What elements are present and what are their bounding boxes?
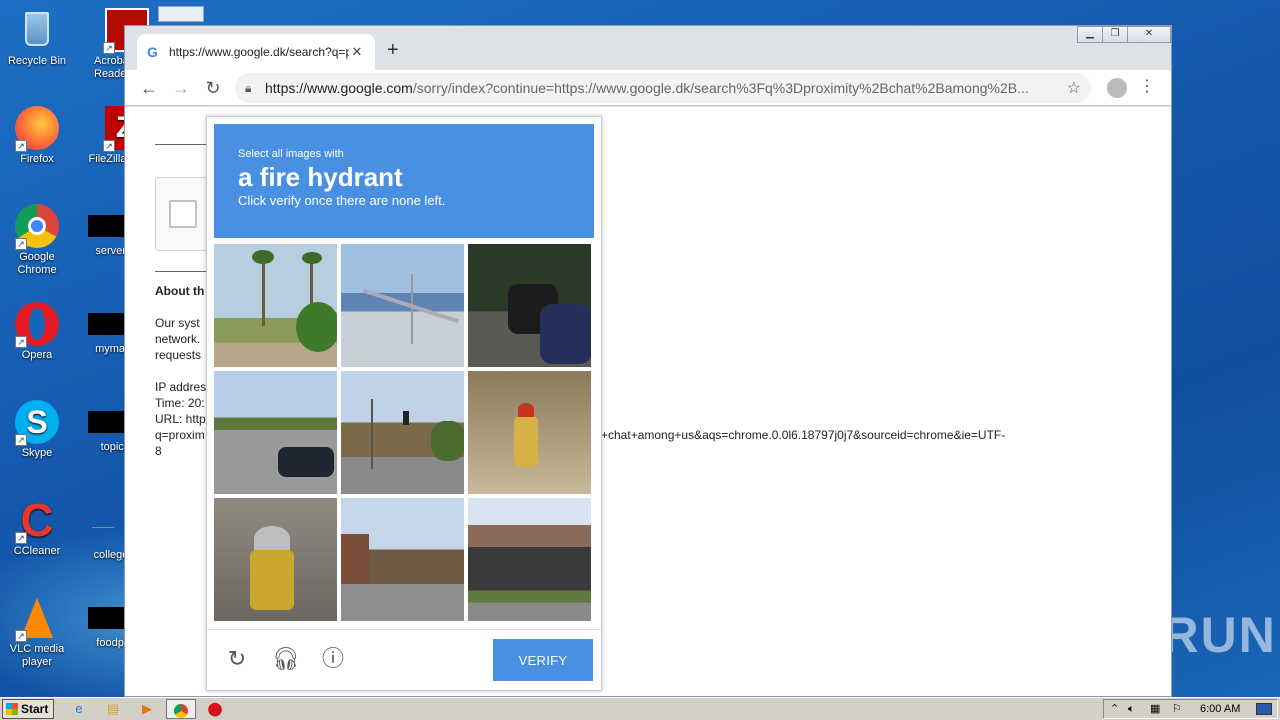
bookmark-star-icon[interactable]: ☆ — [1061, 78, 1081, 98]
system-tray: ⌃ 🔈︎ ▦ ⚐ 6:00 AM — [1103, 699, 1278, 719]
browser-toolbar: ← → ↻ 🔒︎ https://www.google.com/sorry/in… — [125, 70, 1171, 106]
desktop-icon-label: Recycle Bin — [7, 55, 67, 67]
recaptcha-checkbox[interactable] — [169, 200, 197, 228]
restore-button[interactable]: ❐ — [1102, 26, 1128, 43]
info-paragraph-1: Our syst network. requests — [155, 315, 201, 363]
ccleaner-icon: C ↗ — [15, 497, 59, 544]
desktop-icon-label: CCleaner — [13, 545, 61, 557]
start-label: Start — [21, 702, 49, 716]
file-icon — [88, 313, 124, 335]
forward-arrow-icon[interactable]: → — [169, 76, 193, 100]
text-line: requests — [155, 348, 202, 362]
tray-expand-icon[interactable]: ⌃ — [1110, 700, 1119, 718]
tile-highway-car[interactable] — [214, 371, 337, 494]
desktop-icon-label: Skype — [21, 447, 53, 459]
url-tail-text: +chat+among+us&aqs=chrome.0.0l6.18797j0j… — [601, 428, 1006, 442]
desktop-icon-ccleaner[interactable]: C ↗ CCleaner — [0, 497, 74, 558]
desktop-icon-skype[interactable]: S ↗ Skype — [0, 400, 74, 460]
file-icon — [88, 215, 124, 237]
window-controls: ▁ ❐ ✕ — [1077, 26, 1171, 43]
info-icon[interactable]: ⓘ — [320, 646, 346, 672]
divider — [155, 271, 207, 272]
tile-palm-trees-street[interactable] — [214, 244, 337, 367]
skype-icon: S ↗ — [15, 400, 59, 446]
google-favicon-icon: G — [147, 44, 158, 60]
tile-fire-hydrant-closeup[interactable] — [214, 498, 337, 621]
lock-icon: 🔒︎ — [245, 80, 252, 95]
tile-bridge-road[interactable] — [341, 244, 464, 367]
desktop-icon-label: Firefox — [20, 153, 54, 165]
text-line: Our syst — [155, 316, 200, 330]
chrome-taskbar-icon[interactable] — [166, 699, 196, 719]
address-url[interactable]: https://www.google.com/sorry/index?conti… — [265, 80, 1061, 96]
account-avatar-icon[interactable] — [1107, 78, 1127, 98]
ip-address-line: IP addres — [155, 380, 207, 394]
back-arrow-icon[interactable]: ← — [137, 76, 161, 100]
audio-challenge-icon[interactable]: 🎧︎ — [272, 646, 300, 672]
menu-kebab-icon[interactable]: ⋮ — [1139, 76, 1155, 96]
tile-main-street-buildings[interactable] — [341, 498, 464, 621]
time-line: Time: 20: — [155, 396, 205, 410]
desktop-icon-label: Opera — [21, 349, 53, 361]
opera-icon: ↗ — [15, 302, 59, 348]
divider — [155, 144, 207, 145]
reload-icon[interactable]: ↻ — [201, 76, 225, 100]
tab-strip: G https://www.google.dk/search?q=p ✕ + ▁… — [125, 26, 1171, 70]
desktop-icon-vlc[interactable]: ↗ VLC media player — [0, 596, 74, 669]
tab-title: https://www.google.dk/search?q=p — [169, 45, 349, 59]
desktop-icon-chrome[interactable]: ↗ Google Chrome — [0, 204, 74, 277]
network-icon[interactable]: ▦ — [1150, 700, 1160, 718]
browser-tab[interactable]: G https://www.google.dk/search?q=p ✕ — [137, 34, 375, 70]
tile-town-street-traffic-light[interactable] — [341, 371, 464, 494]
info-paragraph-2: IP addres Time: 20: URL: http q=proxim 8 — [155, 379, 206, 459]
recaptcha-challenge: Select all images with a fire hydrant Cl… — [206, 116, 602, 691]
windows-logo-icon — [6, 703, 18, 715]
minimize-button[interactable]: ▁ — [1077, 26, 1103, 43]
recycle-bin-icon — [15, 8, 59, 52]
clock[interactable]: 6:00 AM — [1200, 700, 1240, 718]
flag-icon[interactable]: ⚐ — [1172, 700, 1182, 718]
about-heading: About th — [155, 284, 205, 298]
challenge-footer-divider — [207, 629, 601, 630]
desktop-icon-recycle-bin[interactable]: Recycle Bin — [0, 8, 74, 68]
url-line: URL: http — [155, 412, 206, 426]
tile-fire-hydrant-hillside[interactable] — [468, 371, 591, 494]
new-tab-button[interactable]: + — [387, 39, 407, 62]
desktop-icon-label: Google Chrome — [17, 251, 57, 276]
vlc-icon: ↗ — [15, 596, 59, 642]
instruction-bottom: Click verify once there are none left. — [238, 193, 446, 208]
ie-taskbar-icon[interactable]: e — [68, 699, 90, 719]
firefox-icon: ↗ — [15, 106, 59, 152]
close-window-button[interactable]: ✕ — [1127, 26, 1171, 43]
reload-challenge-icon[interactable]: ↻ — [224, 646, 250, 672]
file-icon — [158, 6, 204, 22]
file-icon — [92, 527, 114, 528]
challenge-header: Select all images with a fire hydrant Cl… — [214, 124, 594, 238]
media-player-taskbar-icon[interactable]: ▶ — [136, 699, 158, 719]
desktop-icon-partial[interactable] — [158, 6, 208, 22]
file-icon — [88, 607, 124, 629]
challenge-target: a fire hydrant — [238, 162, 403, 192]
show-desktop-icon[interactable] — [1256, 703, 1272, 715]
volume-icon[interactable]: 🔈︎ — [1128, 700, 1135, 718]
url-line: q=proxim — [155, 428, 205, 442]
verify-button[interactable]: VERIFY — [493, 639, 593, 681]
start-button[interactable]: Start — [2, 699, 54, 719]
text-line: network. — [155, 332, 201, 346]
desktop-icon-firefox[interactable]: ↗ Firefox — [0, 106, 74, 166]
desktop-icon-opera[interactable]: ↗ Opera — [0, 302, 74, 362]
address-bar[interactable]: 🔒︎ https://www.google.com/sorry/index?co… — [235, 73, 1091, 103]
tile-overpass-bridge[interactable] — [468, 498, 591, 621]
opera-taskbar-icon[interactable]: ⬤ — [204, 699, 226, 719]
close-tab-icon[interactable]: ✕ — [349, 44, 365, 60]
chrome-icon: ↗ — [15, 204, 59, 250]
explorer-taskbar-icon[interactable]: ▤ — [102, 699, 124, 719]
taskbar: Start e ▤ ▶ ⬤ ⌃ 🔈︎ ▦ ⚐ 6:00 AM — [0, 697, 1280, 720]
tile-parked-scooter[interactable] — [468, 244, 591, 367]
desktop-icon-label: VLC media player — [9, 643, 65, 668]
instruction-top: Select all images with — [238, 148, 344, 160]
image-grid — [214, 244, 594, 624]
url-line: 8 — [155, 444, 162, 458]
file-icon — [88, 411, 124, 433]
